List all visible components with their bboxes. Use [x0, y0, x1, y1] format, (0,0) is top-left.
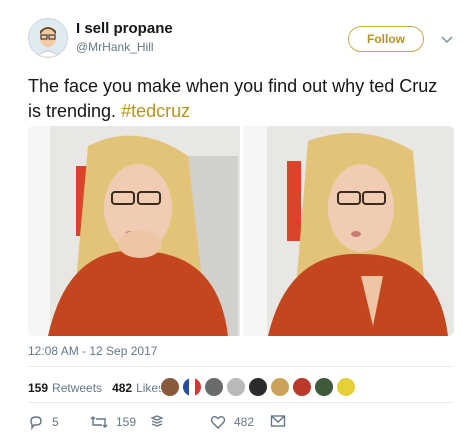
- message-action[interactable]: [270, 414, 294, 428]
- photo-left[interactable]: [28, 126, 240, 336]
- liker-avatar[interactable]: [270, 377, 290, 397]
- avatar[interactable]: [28, 18, 68, 58]
- photo-right[interactable]: [242, 126, 454, 336]
- tweet-timestamp[interactable]: 12:08 AM - 12 Sep 2017: [28, 344, 157, 358]
- liker-avatar[interactable]: [204, 377, 224, 397]
- liker-avatar[interactable]: [248, 377, 268, 397]
- liker-avatar[interactable]: [292, 377, 312, 397]
- liker-avatars: [160, 377, 358, 397]
- heart-icon: [210, 416, 226, 429]
- likes-count: 482: [112, 381, 133, 395]
- media-grid: [28, 126, 454, 336]
- author-block: I sell propane @MrHank_Hill: [76, 20, 173, 56]
- follow-button[interactable]: Follow: [348, 26, 424, 52]
- liker-avatar[interactable]: [160, 377, 180, 397]
- retweet-icon: [90, 416, 108, 428]
- retweets-stat[interactable]: 159 Retweets: [28, 381, 102, 395]
- tweet-header: I sell propane @MrHank_Hill Follow: [28, 18, 458, 60]
- retweet-action[interactable]: 159: [90, 414, 136, 430]
- retweets-label: Retweets: [52, 381, 103, 395]
- liker-avatar[interactable]: [226, 377, 246, 397]
- engagement-stats: 159 Retweets 482 Likes: [28, 378, 174, 398]
- tweet-text: The face you make when you find out why …: [28, 74, 448, 124]
- liker-avatar[interactable]: [182, 377, 202, 397]
- divider-bottom: [28, 402, 454, 403]
- hashtag-link[interactable]: #tedcruz: [121, 101, 190, 121]
- reply-icon: [30, 416, 42, 430]
- reply-action[interactable]: 5: [28, 414, 59, 430]
- mail-icon: [270, 415, 286, 427]
- action-bar: 5 159 482: [28, 414, 328, 432]
- likes-stat[interactable]: 482 Likes: [112, 381, 164, 395]
- liker-avatar[interactable]: [314, 377, 334, 397]
- like-count: 482: [234, 415, 255, 429]
- tweet-body: The face you make when you find out why …: [28, 76, 438, 121]
- retweets-count: 159: [28, 381, 49, 395]
- handle[interactable]: @MrHank_Hill: [76, 38, 173, 56]
- display-name[interactable]: I sell propane: [76, 20, 173, 38]
- chevron-down-icon[interactable]: [438, 30, 456, 48]
- stack-icon: [150, 415, 164, 427]
- like-action[interactable]: 482: [210, 414, 254, 430]
- retweet-count: 159: [116, 415, 137, 429]
- reply-count: 5: [52, 415, 59, 429]
- stack-action[interactable]: [150, 414, 172, 428]
- liker-avatar[interactable]: [336, 377, 356, 397]
- divider-top: [28, 366, 454, 367]
